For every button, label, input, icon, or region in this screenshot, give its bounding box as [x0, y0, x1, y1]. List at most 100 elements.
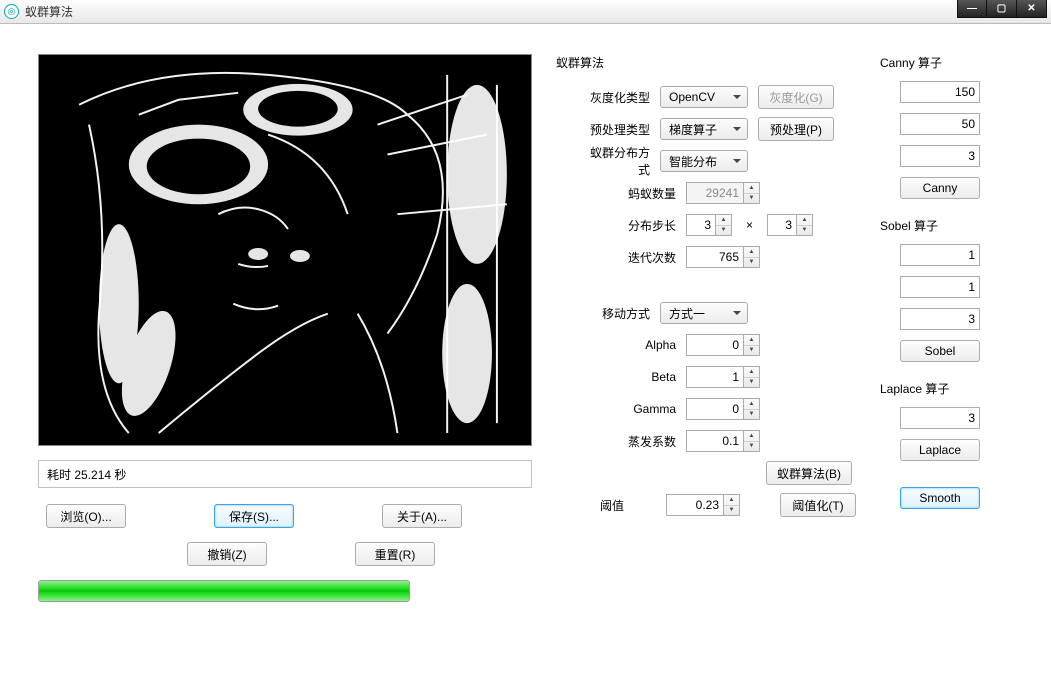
- beta-spinner[interactable]: ▲▼: [686, 366, 760, 388]
- step-b-spinner[interactable]: ▲▼: [767, 214, 813, 236]
- iter-label: 迭代次数: [580, 249, 676, 266]
- sobel-title: Sobel 算子: [880, 217, 1020, 234]
- reset-button[interactable]: 重置(R): [355, 542, 435, 566]
- grayscale-button[interactable]: 灰度化(G): [758, 85, 834, 109]
- up-icon[interactable]: ▲: [744, 399, 759, 410]
- status-text: 耗时 25.214 秒: [38, 460, 532, 488]
- threshold-label: 阈值: [580, 497, 624, 514]
- evap-input[interactable]: [686, 430, 744, 452]
- sobel-input-3[interactable]: [900, 308, 980, 330]
- mid-column: 蚁群算法 灰度化类型 OpenCV 灰度化(G) 预处理类型 梯度算子 预处理(…: [556, 54, 856, 680]
- up-icon[interactable]: ▲: [797, 215, 812, 226]
- down-icon[interactable]: ▼: [744, 346, 759, 356]
- dist-mode-combo[interactable]: 智能分布: [660, 150, 748, 172]
- aco-group-body: 灰度化类型 OpenCV 灰度化(G) 预处理类型 梯度算子 预处理(P) 蚁群…: [556, 81, 856, 521]
- threshold-spinner[interactable]: ▲▼: [666, 494, 740, 516]
- up-icon[interactable]: ▲: [744, 183, 759, 194]
- step-a-spinner[interactable]: ▲▼: [686, 214, 732, 236]
- preproc-type-combo[interactable]: 梯度算子: [660, 118, 748, 140]
- evap-label: 蒸发系数: [580, 433, 676, 450]
- app-icon: ◎: [4, 4, 19, 19]
- sobel-input-2[interactable]: [900, 276, 980, 298]
- ant-count-spinner[interactable]: ▲▼: [686, 182, 760, 204]
- minimize-button[interactable]: —: [957, 0, 987, 18]
- canny-button[interactable]: Canny: [900, 177, 980, 199]
- window-controls: — ▢ ✕: [957, 0, 1047, 18]
- canny-group: Canny 算子 Canny: [880, 54, 1020, 199]
- button-row-2: 撤销(Z) 重置(R): [46, 542, 532, 566]
- save-button[interactable]: 保存(S)...: [214, 504, 294, 528]
- down-icon[interactable]: ▼: [744, 258, 759, 268]
- gamma-input[interactable]: [686, 398, 744, 420]
- move-mode-label: 移动方式: [580, 305, 650, 322]
- down-icon[interactable]: ▼: [744, 410, 759, 420]
- gray-type-value: OpenCV: [669, 90, 715, 104]
- beta-label: Beta: [580, 370, 676, 384]
- step-b-input[interactable]: [767, 214, 797, 236]
- image-preview: [38, 54, 532, 446]
- multiply-icon: ×: [746, 218, 753, 232]
- canny-input-2[interactable]: [900, 113, 980, 135]
- client-area: 耗时 25.214 秒 浏览(O)... 保存(S)... 关于(A)... 撤…: [0, 24, 1051, 698]
- down-icon[interactable]: ▼: [716, 226, 731, 236]
- undo-button[interactable]: 撤销(Z): [187, 542, 267, 566]
- threshold-button[interactable]: 阈值化(T): [780, 493, 856, 517]
- move-mode-combo[interactable]: 方式一: [660, 302, 748, 324]
- iter-input[interactable]: [686, 246, 744, 268]
- up-icon[interactable]: ▲: [744, 335, 759, 346]
- down-icon[interactable]: ▼: [744, 442, 759, 452]
- button-row-1: 浏览(O)... 保存(S)... 关于(A)...: [46, 504, 532, 528]
- sobel-input-1[interactable]: [900, 244, 980, 266]
- ant-count-input: [686, 182, 744, 204]
- canny-input-1[interactable]: [900, 81, 980, 103]
- laplace-title: Laplace 算子: [880, 380, 1020, 397]
- left-column: 耗时 25.214 秒 浏览(O)... 保存(S)... 关于(A)... 撤…: [38, 54, 532, 680]
- alpha-input[interactable]: [686, 334, 744, 356]
- titlebar[interactable]: ◎ 蚁群算法 — ▢ ✕: [0, 0, 1051, 24]
- browse-button[interactable]: 浏览(O)...: [46, 504, 126, 528]
- progress-bar: [38, 580, 410, 602]
- sobel-button[interactable]: Sobel: [900, 340, 980, 362]
- step-a-input[interactable]: [686, 214, 716, 236]
- down-icon[interactable]: ▼: [744, 194, 759, 204]
- smooth-button[interactable]: Smooth: [900, 487, 980, 509]
- edge-image: [39, 55, 531, 445]
- sobel-group: Sobel 算子 Sobel: [880, 217, 1020, 362]
- preprocess-button[interactable]: 预处理(P): [758, 117, 834, 141]
- aco-group-title: 蚁群算法: [556, 54, 856, 71]
- dist-mode-value: 智能分布: [669, 153, 717, 170]
- laplace-group: Laplace 算子 Laplace: [880, 380, 1020, 461]
- evap-spinner[interactable]: ▲▼: [686, 430, 760, 452]
- down-icon[interactable]: ▼: [744, 378, 759, 388]
- gamma-spinner[interactable]: ▲▼: [686, 398, 760, 420]
- window-title: 蚁群算法: [25, 3, 73, 20]
- close-button[interactable]: ✕: [1017, 0, 1047, 18]
- run-aco-button[interactable]: 蚁群算法(B): [766, 461, 852, 485]
- gray-type-label: 灰度化类型: [580, 89, 650, 106]
- gamma-label: Gamma: [580, 402, 676, 416]
- up-icon[interactable]: ▲: [744, 247, 759, 258]
- iter-spinner[interactable]: ▲▼: [686, 246, 760, 268]
- up-icon[interactable]: ▲: [744, 431, 759, 442]
- preproc-type-value: 梯度算子: [669, 121, 717, 138]
- up-icon[interactable]: ▲: [724, 495, 739, 506]
- threshold-input[interactable]: [666, 494, 724, 516]
- down-icon[interactable]: ▼: [724, 506, 739, 516]
- laplace-button[interactable]: Laplace: [900, 439, 980, 461]
- up-icon[interactable]: ▲: [716, 215, 731, 226]
- dist-mode-label: 蚁群分布方式: [580, 144, 650, 178]
- preproc-type-label: 预处理类型: [580, 121, 650, 138]
- laplace-input-1[interactable]: [900, 407, 980, 429]
- canny-input-3[interactable]: [900, 145, 980, 167]
- down-icon[interactable]: ▼: [797, 226, 812, 236]
- ant-count-label: 蚂蚁数量: [580, 185, 676, 202]
- gray-type-combo[interactable]: OpenCV: [660, 86, 748, 108]
- about-button[interactable]: 关于(A)...: [382, 504, 462, 528]
- step-label: 分布步长: [580, 217, 676, 234]
- maximize-button[interactable]: ▢: [987, 0, 1017, 18]
- app-window: ◎ 蚁群算法 — ▢ ✕: [0, 0, 1051, 698]
- beta-input[interactable]: [686, 366, 744, 388]
- up-icon[interactable]: ▲: [744, 367, 759, 378]
- alpha-spinner[interactable]: ▲▼: [686, 334, 760, 356]
- move-mode-value: 方式一: [669, 305, 705, 322]
